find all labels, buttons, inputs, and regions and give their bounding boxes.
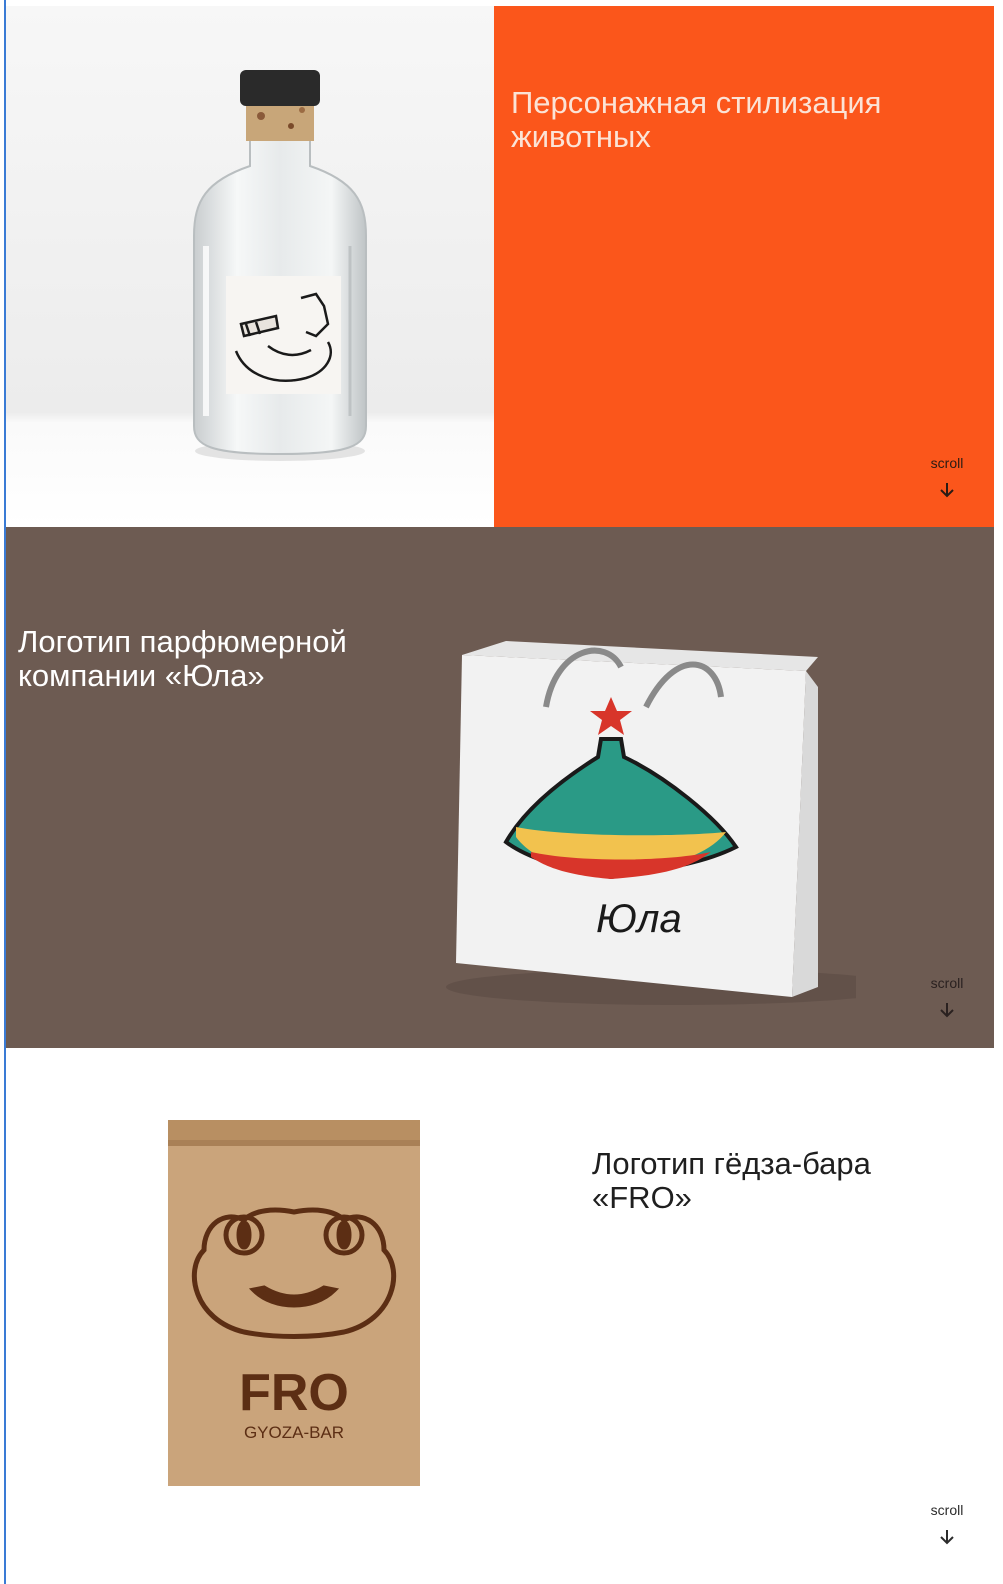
bottle-image [6, 6, 494, 527]
project-card-fro-gyoza-bar[interactable]: FRO GYOZA-BAR Логотип гёдза-бара «FRO» s… [6, 1048, 994, 1569]
scroll-label: scroll [930, 975, 964, 991]
orange-info-panel: Персонажная стилизация животных scroll [494, 6, 994, 527]
scroll-hint[interactable]: scroll [922, 455, 972, 499]
project-card-animal-characters[interactable]: Персонажная стилизация животных scroll [6, 6, 994, 527]
paper-bag-image: FRO GYOZA-BAR [168, 1120, 420, 1486]
project-card-yula-perfume[interactable]: Логотип парфюмерной компании «Юла» Юла s… [6, 527, 994, 1048]
arrow-down-icon[interactable] [939, 1001, 955, 1019]
scroll-hint[interactable]: scroll [922, 1502, 972, 1546]
arrow-down-icon[interactable] [939, 481, 955, 499]
gift-bag-image: Юла [446, 641, 856, 1005]
scroll-hint[interactable]: scroll [922, 975, 972, 1019]
section-title: Логотип гёдза-бара «FRO» [592, 1146, 871, 1215]
yula-logo-text: Юла [596, 897, 682, 941]
scroll-label: scroll [930, 1502, 964, 1518]
section-title: Логотип парфюмерной компании «Юла» [18, 624, 347, 693]
arrow-down-icon[interactable] [939, 1528, 955, 1546]
fro-logo-text: FRO [239, 1364, 349, 1422]
gyoza-bar-logo-text: GYOZA-BAR [244, 1423, 344, 1442]
scroll-label: scroll [930, 455, 964, 471]
section-title: Персонажная стилизация животных [511, 85, 882, 154]
